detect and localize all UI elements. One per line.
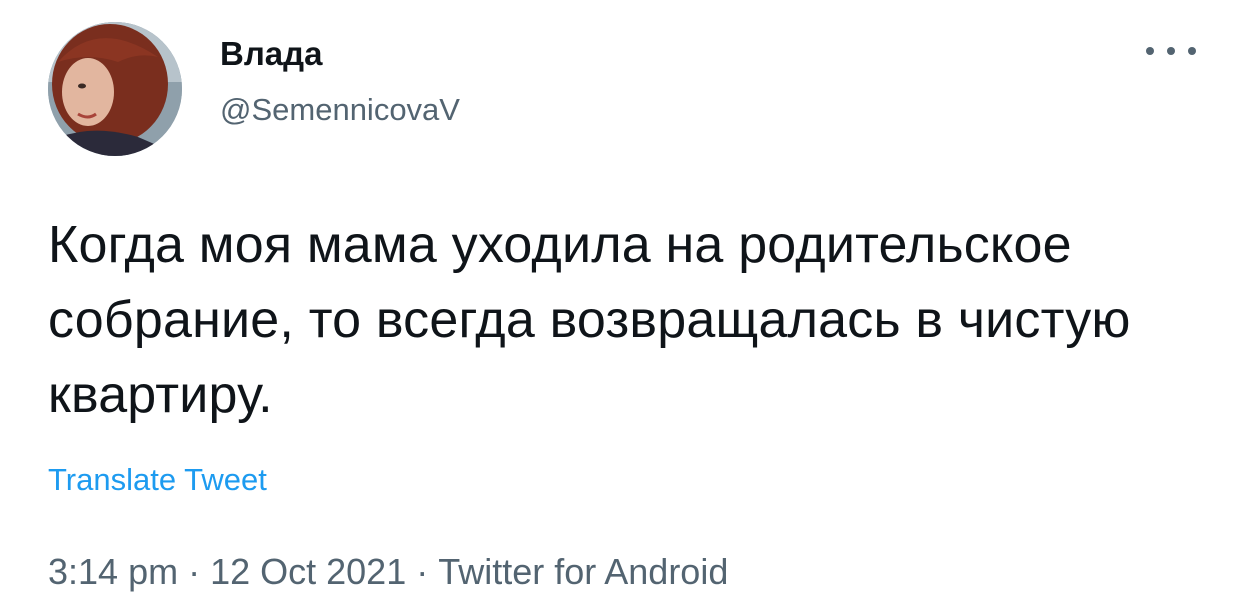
translate-tweet-link[interactable]: Translate Tweet [48,458,267,502]
more-options-button[interactable] [1146,36,1196,66]
author-display-name[interactable]: Влада [220,32,322,76]
meta-separator: · [188,551,201,592]
tweet-metadata: 3:14 pm · 12 Oct 2021 · Twitter for Android [48,548,728,596]
profile-photo [48,22,182,156]
avatar[interactable] [48,22,182,156]
tweet-text: Когда моя мама уходила на родительское с… [48,216,1131,424]
meta-separator: · [416,551,429,592]
more-horizontal-icon [1146,47,1154,55]
tweet-time[interactable]: 3:14 pm [48,551,178,592]
author-handle[interactable]: @SemennicovaV [220,88,460,132]
tweet-source[interactable]: Twitter for Android [438,551,728,592]
more-horizontal-icon-dot [1167,47,1175,55]
tweet-date[interactable]: 12 Oct 2021 [210,551,406,592]
more-horizontal-icon-dot [1188,47,1196,55]
